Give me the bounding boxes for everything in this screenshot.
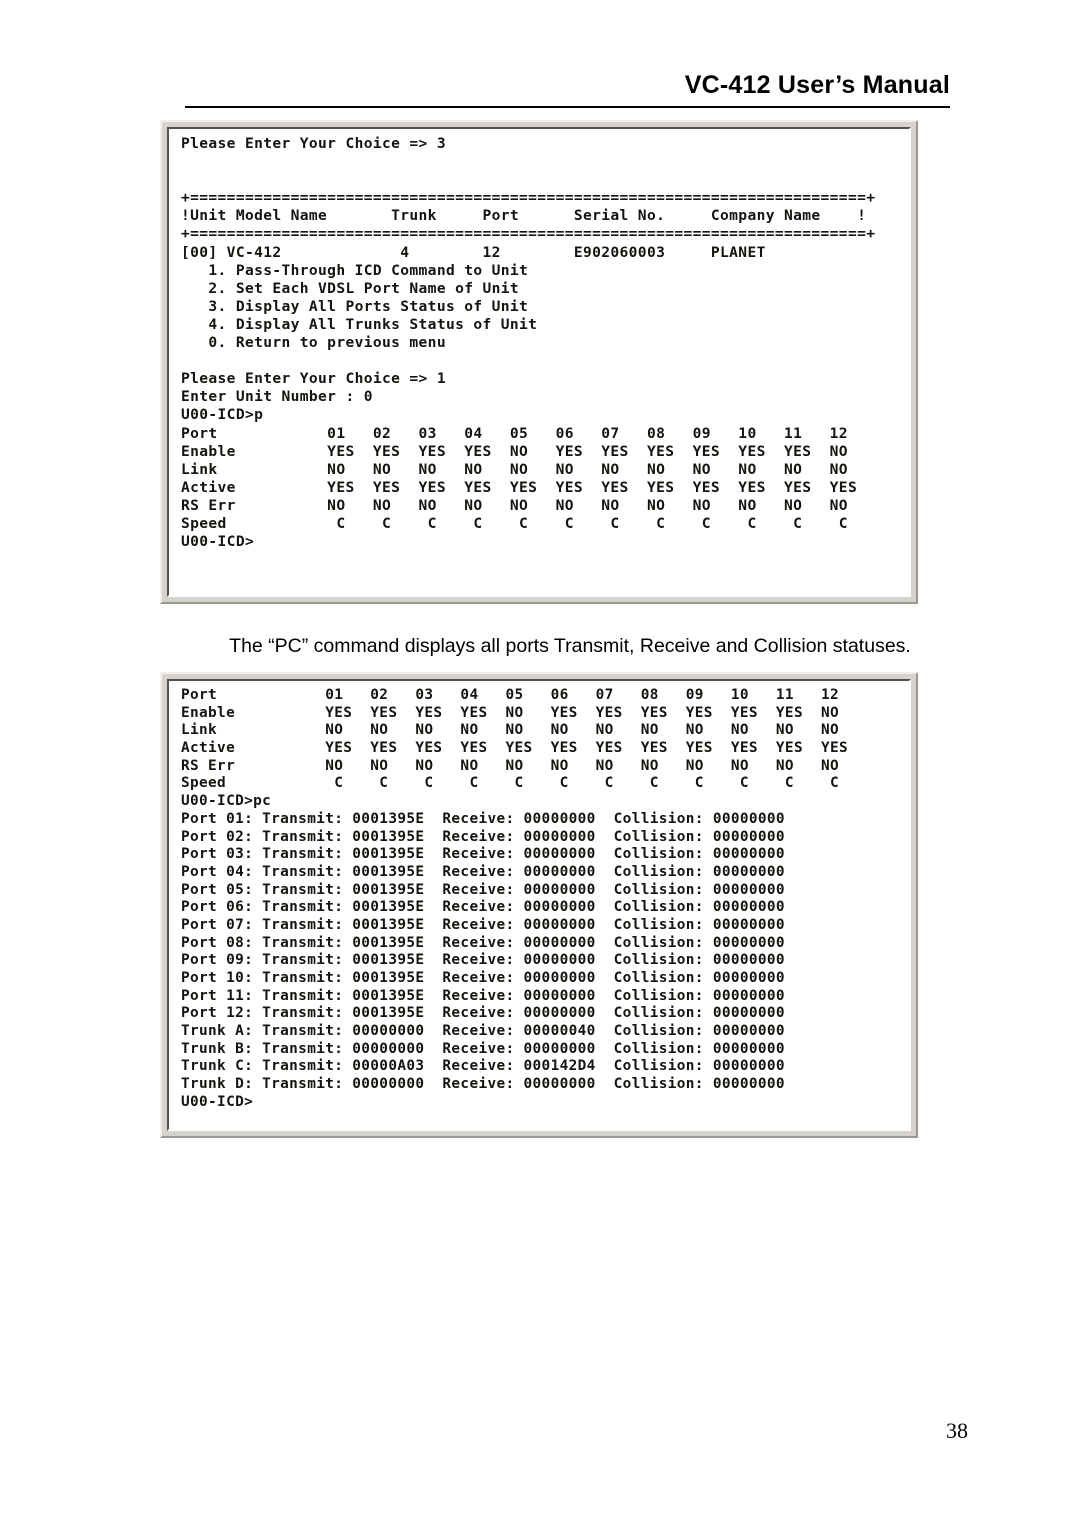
terminal-line: Port 01 02 03 04 05 06 07 08 09 10 11 12 [181, 687, 840, 703]
terminal-line: Port 04: Transmit: 0001395E Receive: 000… [181, 863, 785, 880]
terminal-line: Port 10: Transmit: 0001395E Receive: 000… [181, 970, 785, 986]
terminal-line: +=======================================… [181, 189, 876, 207]
terminal-line: Link NO NO NO NO NO NO NO NO NO NO NO NO [181, 460, 848, 478]
terminal-line: 2. Set Each VDSL Port Name of Unit [181, 279, 520, 297]
terminal-line: Trunk B: Transmit: 00000000 Receive: 000… [181, 1040, 785, 1057]
terminal-line: U00-ICD>pc [181, 793, 272, 810]
console-screenshot-pc-statistics: Port 01 02 03 04 05 06 07 08 09 10 11 12… [160, 672, 918, 1138]
terminal-line: Port 02: Transmit: 0001395E Receive: 000… [181, 828, 785, 845]
terminal-line: Active YES YES YES YES YES YES YES YES Y… [181, 478, 858, 496]
terminal-line: Link NO NO NO NO NO NO NO NO NO NO NO NO [181, 722, 840, 739]
terminal-line: RS Err NO NO NO NO NO NO NO NO NO NO NO … [181, 757, 840, 774]
terminal-line: !Unit Model Name Trunk Port Serial No. C… [181, 207, 867, 225]
page-title: VC-412 User’s Manual [684, 71, 950, 99]
console-screenshot-unit-menu: Please Enter Your Choice => 3 +=========… [160, 120, 918, 604]
terminal-line: Enable YES YES YES YES NO YES YES YES YE… [181, 442, 848, 460]
terminal-line: Enter Unit Number : 0 [181, 388, 373, 406]
terminal-line: Please Enter Your Choice => 3 [181, 135, 446, 152]
terminal-line: +=======================================… [181, 225, 876, 243]
terminal-line: U00-ICD> [181, 533, 255, 551]
terminal-line: Port 05: Transmit: 0001395E Receive: 000… [181, 881, 785, 898]
terminal-line: Trunk D: Transmit: 00000000 Receive: 000… [181, 1076, 785, 1093]
terminal-line: Port 03: Transmit: 0001395E Receive: 000… [181, 846, 785, 863]
terminal-line: Port 01: Transmit: 0001395E Receive: 000… [181, 810, 785, 827]
terminal-line: Port 11: Transmit: 0001395E Receive: 000… [181, 987, 785, 1004]
terminal-line: Please Enter Your Choice => 1 [181, 370, 446, 388]
terminal-line: Port 09: Transmit: 0001395E Receive: 000… [181, 952, 785, 969]
terminal-line: U00-ICD> [181, 1093, 254, 1110]
terminal-line: [00] VC-412 4 12 E902060003 PLANET [181, 243, 766, 261]
terminal-line: 1. Pass-Through ICD Command to Unit [181, 261, 529, 279]
terminal-line: U00-ICD>p [181, 406, 264, 424]
terminal-line: Port 06: Transmit: 0001395E Receive: 000… [181, 899, 785, 916]
terminal-text-pc-statistics: Port 01 02 03 04 05 06 07 08 09 10 11 12… [181, 687, 848, 1112]
terminal-line: 3. Display All Ports Status of Unit [181, 297, 529, 315]
terminal-line: Active YES YES YES YES YES YES YES YES Y… [181, 740, 849, 757]
page-number: 38 [946, 1418, 968, 1443]
terminal-line: Speed C C C C C C C C C C C C [181, 775, 840, 792]
console-screen-area: Please Enter Your Choice => 3 +=========… [167, 127, 911, 597]
terminal-text-unit-menu: Please Enter Your Choice => 3 +=========… [181, 135, 875, 551]
terminal-line: Port 01 02 03 04 05 06 07 08 09 10 11 12 [181, 424, 848, 442]
terminal-line: Trunk A: Transmit: 00000000 Receive: 000… [181, 1023, 785, 1040]
terminal-line: Enable YES YES YES YES NO YES YES YES YE… [181, 704, 840, 721]
terminal-line: 0. Return to previous menu [181, 334, 446, 352]
terminal-line: Port 07: Transmit: 0001395E Receive: 000… [181, 916, 785, 933]
terminal-line: 4. Display All Trunks Status of Unit [181, 315, 538, 333]
console-screen-area: Port 01 02 03 04 05 06 07 08 09 10 11 12… [167, 679, 911, 1131]
terminal-line: RS Err NO NO NO NO NO NO NO NO NO NO NO … [181, 496, 848, 514]
terminal-line: Speed C C C C C C C C C C C C [181, 514, 848, 532]
page-header: VC-412 User’s Manual [185, 60, 950, 108]
terminal-line: Port 12: Transmit: 0001395E Receive: 000… [181, 1005, 785, 1022]
terminal-line: Port 08: Transmit: 0001395E Receive: 000… [181, 934, 785, 951]
terminal-line: Trunk C: Transmit: 00000A03 Receive: 000… [181, 1058, 785, 1075]
figure-caption: The “PC” command displays all ports Tran… [229, 635, 911, 657]
